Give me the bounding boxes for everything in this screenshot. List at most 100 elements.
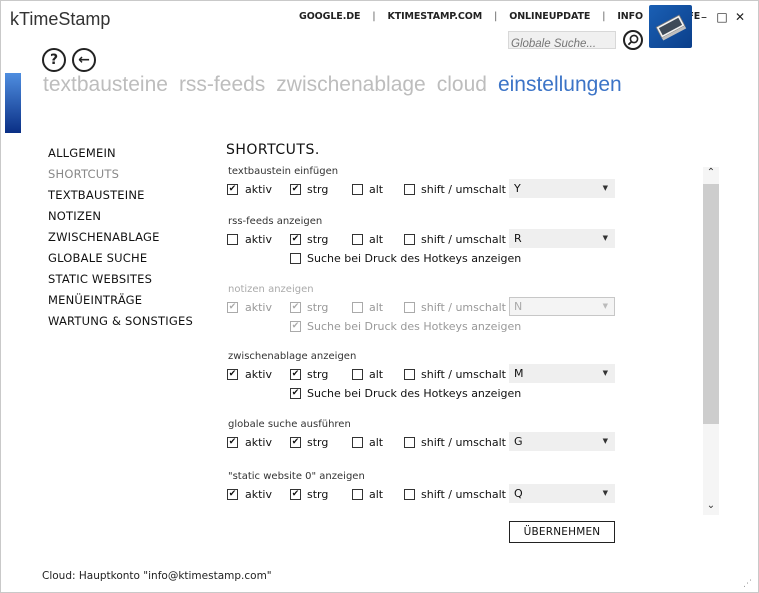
global-search-box <box>508 31 616 52</box>
shift-label: shift / umschalt <box>421 488 506 501</box>
show-search-label: Suche bei Druck des Hotkeys anzeigen <box>307 320 522 333</box>
hotkey-select[interactable]: Y ▼ <box>509 179 615 198</box>
scrollbar-thumb[interactable] <box>703 184 719 424</box>
global-search-input[interactable] <box>509 36 615 52</box>
help-icon: ? <box>49 52 59 68</box>
strg-label: strg <box>307 301 329 314</box>
topnav-separator: | <box>602 11 606 22</box>
strg-checkbox[interactable]: ✔ <box>290 489 301 500</box>
strg-checkbox[interactable]: ✔ <box>290 234 301 245</box>
chevron-down-icon: ▼ <box>602 369 608 377</box>
close-button[interactable]: ✕ <box>733 10 747 24</box>
tab-cloud[interactable]: cloud <box>437 73 487 97</box>
aktiv-checkbox[interactable]: ✔ <box>227 302 238 313</box>
hotkey-value: Q <box>514 487 523 500</box>
strg-label: strg <box>307 436 329 449</box>
aktiv-checkbox[interactable]: ✔ <box>227 437 238 448</box>
tab-textbausteine[interactable]: textbausteine <box>43 73 168 97</box>
aktiv-checkbox[interactable]: ✔ <box>227 489 238 500</box>
shift-checkbox[interactable] <box>404 489 415 500</box>
topnav-link-ktimestamp[interactable]: KTIMESTAMP.COM <box>387 11 482 22</box>
hotkey-select[interactable]: R ▼ <box>509 229 615 248</box>
maximize-button[interactable]: □ <box>715 10 729 24</box>
strg-label: strg <box>307 233 329 246</box>
scroll-up-icon[interactable]: ⌃ <box>705 167 717 178</box>
nav-item-static-websites[interactable]: STATIC WEBSITES <box>48 272 193 293</box>
aktiv-label: aktiv <box>245 183 272 196</box>
shortcut-group-title: zwischenablage anzeigen <box>228 351 357 362</box>
nav-item-shortcuts[interactable]: SHORTCUTS <box>48 167 193 188</box>
app-logo <box>649 5 692 48</box>
chevron-down-icon: ▼ <box>602 234 608 242</box>
alt-label: alt <box>369 488 384 501</box>
aktiv-checkbox[interactable] <box>227 234 238 245</box>
nav-item-wartung[interactable]: WARTUNG & SONSTIGES <box>48 314 193 335</box>
shortcut-group-title: "static website 0" anzeigen <box>228 471 365 482</box>
alt-label: alt <box>369 233 384 246</box>
strg-checkbox[interactable]: ✔ <box>290 437 301 448</box>
apply-button[interactable]: ÜBERNEHMEN <box>509 521 615 543</box>
search-button[interactable] <box>623 30 643 50</box>
resize-grip-icon[interactable]: ⋰ <box>743 579 752 589</box>
nav-item-allgemein[interactable]: ALLGEMEIN <box>48 146 193 167</box>
settings-nav: ALLGEMEIN SHORTCUTS TEXTBAUSTEINE NOTIZE… <box>48 146 193 335</box>
hotkey-select[interactable]: M ▼ <box>509 364 615 383</box>
chevron-down-icon: ▼ <box>602 302 608 310</box>
shift-checkbox[interactable] <box>404 437 415 448</box>
nav-item-textbausteine[interactable]: TEXTBAUSTEINE <box>48 188 193 209</box>
alt-checkbox[interactable] <box>352 489 363 500</box>
shift-checkbox[interactable] <box>404 369 415 380</box>
shortcut-group-title: notizen anzeigen <box>228 284 314 295</box>
chevron-down-icon: ▼ <box>602 489 608 497</box>
nav-item-globale-suche[interactable]: GLOBALE SUCHE <box>48 251 193 272</box>
shift-checkbox[interactable] <box>404 184 415 195</box>
alt-checkbox[interactable] <box>352 302 363 313</box>
scroll-down-icon[interactable]: ⌄ <box>705 500 717 511</box>
alt-checkbox[interactable] <box>352 437 363 448</box>
aktiv-checkbox[interactable]: ✔ <box>227 369 238 380</box>
show-search-checkbox[interactable]: ✔ <box>290 388 301 399</box>
alt-checkbox[interactable] <box>352 369 363 380</box>
alt-label: alt <box>369 368 384 381</box>
hotkey-value: G <box>514 435 523 448</box>
shift-label: shift / umschalt <box>421 301 506 314</box>
topnav-link-google[interactable]: GOOGLE.DE <box>299 11 360 22</box>
minimize-button[interactable]: – <box>697 10 711 24</box>
topnav-separator: | <box>372 11 376 22</box>
tab-einstellungen[interactable]: einstellungen <box>498 73 622 97</box>
aktiv-label: aktiv <box>245 233 272 246</box>
topnav-separator: | <box>494 11 498 22</box>
strg-checkbox[interactable]: ✔ <box>290 302 301 313</box>
strg-checkbox[interactable]: ✔ <box>290 184 301 195</box>
strg-label: strg <box>307 183 329 196</box>
page-title: SHORTCUTS. <box>226 142 320 158</box>
section-tabs: textbausteine rss-feeds zwischenablage c… <box>43 73 633 97</box>
shift-checkbox[interactable] <box>404 234 415 245</box>
shortcut-group-title: globale suche ausführen <box>228 419 351 430</box>
strg-label: strg <box>307 368 329 381</box>
show-search-checkbox[interactable]: ✔ <box>290 321 301 332</box>
hotkey-value: N <box>514 300 523 313</box>
topnav-link-info[interactable]: INFO <box>617 11 643 22</box>
nav-item-notizen[interactable]: NOTIZEN <box>48 209 193 230</box>
hotkey-select[interactable]: Q ▼ <box>509 484 615 503</box>
aktiv-checkbox[interactable]: ✔ <box>227 184 238 195</box>
aktiv-label: aktiv <box>245 368 272 381</box>
show-search-checkbox[interactable] <box>290 253 301 264</box>
hotkey-select[interactable]: N ▼ <box>509 297 615 316</box>
aktiv-label: aktiv <box>245 488 272 501</box>
shift-checkbox[interactable] <box>404 302 415 313</box>
alt-checkbox[interactable] <box>352 184 363 195</box>
tab-zwischenablage[interactable]: zwischenablage <box>276 73 425 97</box>
alt-checkbox[interactable] <box>352 234 363 245</box>
nav-item-menueintraege[interactable]: MENÜEINTRÄGE <box>48 293 193 314</box>
hotkey-select[interactable]: G ▼ <box>509 432 615 451</box>
topnav-link-onlineupdate[interactable]: ONLINEUPDATE <box>509 11 590 22</box>
help-button[interactable]: ? <box>42 48 66 72</box>
aktiv-label: aktiv <box>245 436 272 449</box>
shift-label: shift / umschalt <box>421 368 506 381</box>
back-button[interactable]: ← <box>72 48 96 72</box>
strg-checkbox[interactable]: ✔ <box>290 369 301 380</box>
tab-rss-feeds[interactable]: rss-feeds <box>179 73 265 97</box>
nav-item-zwischenablage[interactable]: ZWISCHENABLAGE <box>48 230 193 251</box>
